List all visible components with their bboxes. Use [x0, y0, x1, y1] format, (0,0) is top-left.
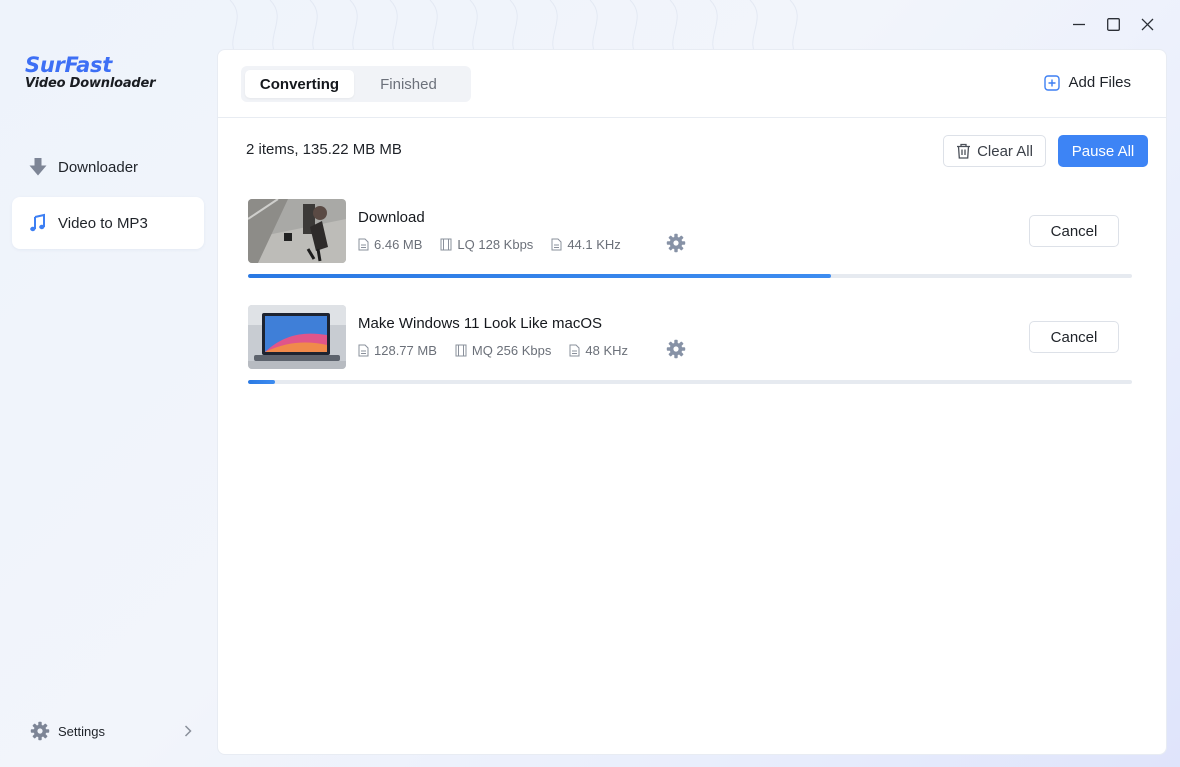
file-size: 128.77 MB	[358, 343, 437, 358]
task-meta: 6.46 MB LQ 128 Kbps 44.1 KHz	[358, 236, 639, 252]
sidebar: SurFast Video Downloader Downloader Vide…	[0, 0, 216, 767]
sidebar-item-label: Video to MP3	[58, 214, 148, 232]
minimize-button[interactable]	[1068, 10, 1090, 38]
music-note-icon	[30, 213, 45, 232]
tab-finished[interactable]: Finished	[354, 70, 463, 98]
settings-button[interactable]: Settings	[30, 720, 192, 742]
audio-quality: LQ 128 Kbps	[440, 237, 533, 252]
file-size-value: 128.77 MB	[374, 342, 437, 358]
cancel-button[interactable]: Cancel	[1029, 215, 1119, 247]
settings-label: Settings	[58, 723, 105, 739]
film-icon	[455, 344, 467, 356]
add-square-icon	[1044, 74, 1061, 91]
progress-fill	[248, 380, 275, 384]
sample-rate-value: 48 KHz	[585, 342, 629, 358]
clear-all-button[interactable]: Clear All	[943, 135, 1046, 167]
tab-converting[interactable]: Converting	[245, 70, 354, 98]
task-row: Download 6.46 MB LQ 128 Kbps 44.1 KHz Ca…	[218, 199, 1166, 289]
progress-fill	[248, 274, 832, 278]
task-settings-gear-icon[interactable]	[666, 339, 686, 359]
app-subtitle: Video Downloader	[25, 76, 156, 91]
clear-all-label: Clear All	[977, 142, 1033, 160]
video-thumbnail	[248, 305, 346, 369]
file-icon	[551, 238, 562, 250]
file-icon	[358, 344, 369, 356]
close-button[interactable]	[1136, 10, 1158, 38]
file-icon	[358, 238, 369, 250]
close-icon	[1141, 18, 1153, 30]
sample-rate: 44.1 KHz	[551, 236, 621, 252]
film-icon	[440, 238, 452, 250]
audio-quality-value: MQ 256 Kbps	[471, 342, 552, 358]
audio-quality: MQ 256 Kbps	[455, 342, 552, 358]
task-row: Make Windows 11 Look Like macOS 128.77 M…	[218, 305, 1166, 395]
pause-all-button[interactable]: Pause All	[1058, 135, 1148, 167]
summary-row: 2 items, 135.22 MB MB Clear All Pause Al…	[218, 118, 1166, 184]
file-size: 6.46 MB	[358, 237, 422, 252]
task-title: Make Windows 11 Look Like macOS	[358, 315, 602, 332]
minimize-icon	[1073, 23, 1085, 26]
task-title: Download	[358, 209, 425, 226]
download-arrow-icon	[29, 158, 47, 176]
progress-bar	[248, 274, 1132, 278]
file-size-value: 6.46 MB	[374, 236, 423, 252]
cancel-button[interactable]: Cancel	[1029, 321, 1119, 353]
sidebar-item-downloader[interactable]: Downloader	[12, 141, 204, 193]
task-meta: 128.77 MB MQ 256 Kbps 48 KHz	[358, 342, 646, 358]
tab-group: Converting Finished	[241, 66, 471, 102]
file-icon	[569, 344, 580, 356]
chevron-right-icon	[184, 725, 192, 737]
app-name: SurFast	[25, 53, 112, 77]
sidebar-item-label: Downloader	[58, 158, 139, 176]
maximize-button[interactable]	[1102, 10, 1124, 38]
items-summary: 2 items, 135.22 MB MB	[246, 141, 402, 158]
trash-icon	[957, 143, 971, 159]
maximize-icon	[1106, 17, 1120, 31]
add-files-label: Add Files	[1068, 74, 1131, 91]
tab-bar: Converting Finished Add Files	[218, 50, 1166, 118]
progress-bar	[248, 380, 1132, 384]
gear-icon	[30, 721, 50, 741]
add-files-button[interactable]: Add Files	[1044, 74, 1131, 91]
video-thumbnail	[248, 199, 346, 263]
app-logo: SurFast Video Downloader	[25, 53, 156, 91]
sidebar-item-video-to-mp3[interactable]: Video to MP3	[12, 197, 204, 249]
task-settings-gear-icon[interactable]	[666, 233, 686, 253]
main-panel: Converting Finished Add Files 2 items, 1…	[217, 49, 1167, 755]
window-controls	[1068, 10, 1158, 38]
audio-quality-value: LQ 128 Kbps	[457, 236, 534, 252]
sample-rate: 48 KHz	[569, 343, 628, 358]
sample-rate-value: 44.1 KHz	[567, 236, 621, 252]
